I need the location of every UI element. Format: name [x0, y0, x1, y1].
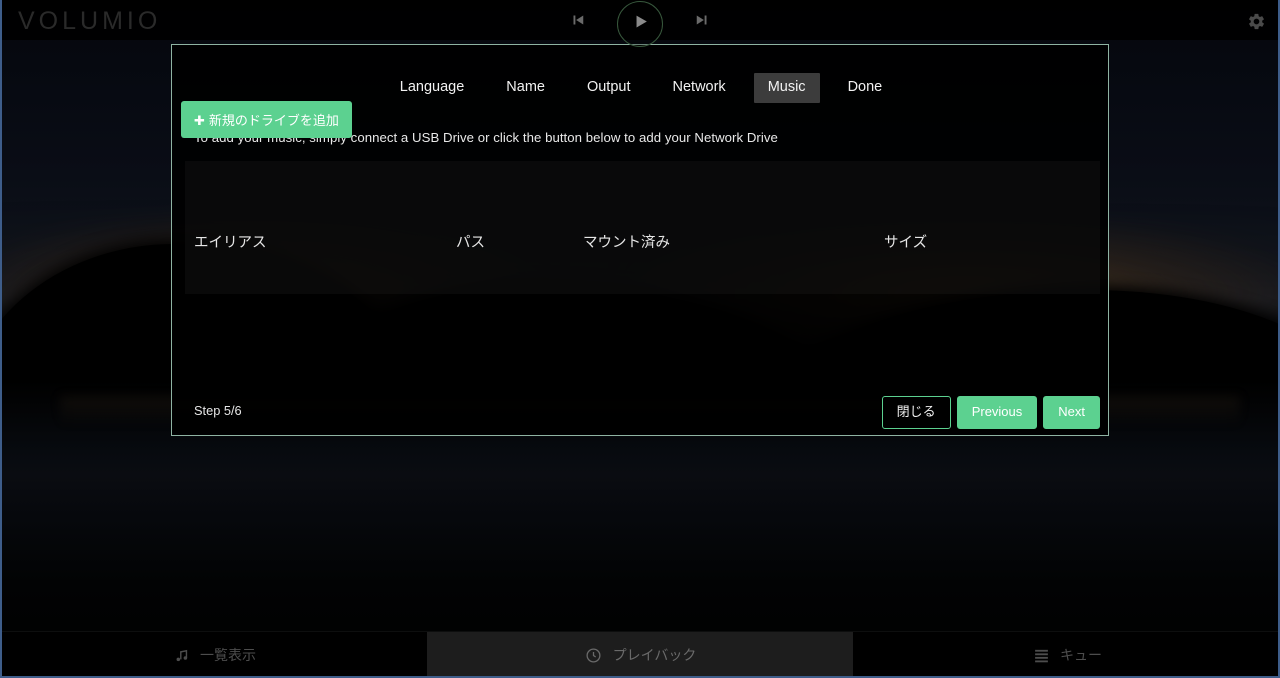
bottom-nav: 一覧表示 プレイバック キュー — [0, 632, 1280, 678]
column-header-path: パス — [456, 231, 485, 252]
music-note-icon — [171, 645, 191, 665]
bottom-nav-browse[interactable]: 一覧表示 — [0, 632, 427, 678]
column-header-alias: エイリアス — [194, 231, 267, 252]
volumio-app: VOLUMIO — [0, 0, 1280, 678]
gear-icon[interactable] — [1244, 9, 1268, 33]
bottom-nav-queue-label: キュー — [1060, 645, 1102, 665]
bottom-nav-playback-label: プレイバック — [613, 645, 697, 665]
window-frame-left — [0, 0, 2, 678]
first-config-wizard-modal: Language Name Output Network Music Done … — [171, 44, 1109, 436]
queue-list-icon — [1031, 645, 1051, 665]
play-icon — [631, 12, 650, 36]
bottom-nav-playback[interactable]: プレイバック — [427, 632, 853, 678]
add-new-drive-button[interactable]: ✚ 新規のドライブを追加 — [181, 101, 352, 138]
skip-next-icon[interactable] — [689, 7, 715, 33]
tab-network[interactable]: Network — [659, 73, 740, 103]
play-button[interactable] — [617, 1, 663, 47]
drives-panel — [185, 161, 1100, 294]
tab-output[interactable]: Output — [573, 73, 645, 103]
add-new-drive-label: 新規のドライブを追加 — [209, 113, 339, 128]
next-button[interactable]: Next — [1043, 396, 1100, 429]
tab-name[interactable]: Name — [492, 73, 559, 103]
tab-language[interactable]: Language — [386, 73, 479, 103]
previous-button[interactable]: Previous — [957, 396, 1038, 429]
wizard-actions: 閉じる Previous Next — [882, 396, 1100, 429]
top-bar: VOLUMIO — [0, 0, 1280, 40]
close-button[interactable]: 閉じる — [882, 396, 951, 429]
step-indicator: Step 5/6 — [194, 403, 242, 418]
volumio-logo: VOLUMIO — [18, 7, 161, 36]
bottom-nav-queue[interactable]: キュー — [853, 632, 1280, 678]
drives-table-header: エイリアス パス マウント済み サイズ — [194, 231, 1099, 253]
bottom-nav-browse-label: 一覧表示 — [200, 645, 256, 665]
skip-previous-icon[interactable] — [565, 7, 591, 33]
playback-disc-icon — [584, 645, 604, 665]
plus-icon: ✚ — [194, 113, 205, 128]
player-controls — [565, 0, 715, 40]
column-header-size: サイズ — [884, 231, 927, 252]
tab-done[interactable]: Done — [834, 73, 897, 103]
wizard-tabs: Language Name Output Network Music Done — [172, 73, 1110, 103]
tab-music[interactable]: Music — [754, 73, 820, 103]
column-header-mounted: マウント済み — [583, 231, 670, 252]
